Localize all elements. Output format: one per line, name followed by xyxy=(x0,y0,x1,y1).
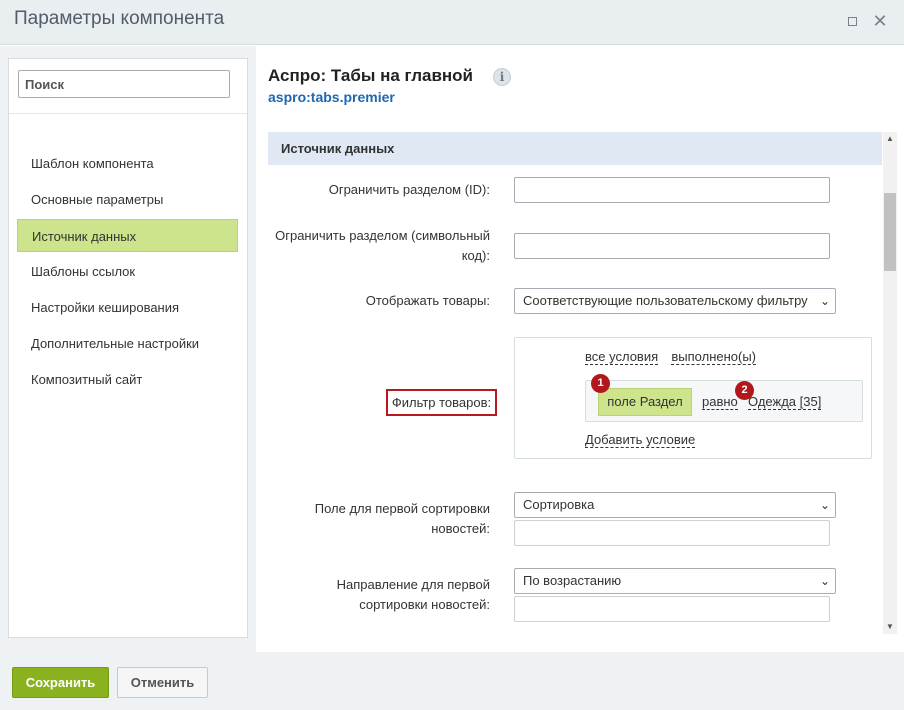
section-header: Источник данных xyxy=(268,132,882,165)
main-panel: Аспро: Табы на главной i aspro:tabs.prem… xyxy=(256,46,904,652)
filter-all-conditions-link[interactable]: все условия xyxy=(585,349,659,365)
sort1-label-line2: новостей: xyxy=(431,521,490,536)
sidebar-item-url-templates[interactable]: Шаблоны ссылок xyxy=(17,255,238,288)
sort1-label: Поле для первой сортировки новостей: xyxy=(276,499,490,539)
chevron-down-icon: ⌄ xyxy=(819,294,830,308)
filter-fulfilled-link[interactable]: выполнено(ы) xyxy=(671,349,757,365)
maximize-icon[interactable] xyxy=(844,13,860,29)
sidebar-item-data-source[interactable]: Источник данных xyxy=(17,219,238,252)
add-condition-link[interactable]: Добавить условие xyxy=(585,432,696,448)
save-button[interactable]: Сохранить xyxy=(12,667,109,698)
info-icon[interactable]: i xyxy=(493,68,511,86)
dir1-custom-input[interactable] xyxy=(514,596,830,622)
section-id-input[interactable] xyxy=(514,177,830,203)
annotation-badge-1: 1 xyxy=(591,374,610,393)
sort1-value: Сортировка xyxy=(523,497,595,512)
display-goods-value: Соответствующие пользовательскому фильтр… xyxy=(523,293,808,308)
close-icon[interactable]: ✕ xyxy=(872,12,888,30)
annotation-badge-2: 2 xyxy=(735,381,754,400)
section-code-input[interactable] xyxy=(514,233,830,259)
sidebar-item-template[interactable]: Шаблон компонента xyxy=(17,147,238,180)
dialog-footer: Сохранить Отменить xyxy=(0,652,904,710)
dir1-label-line2: сортировки новостей: xyxy=(359,597,490,612)
sidebar-item-main-params[interactable]: Основные параметры xyxy=(17,183,238,216)
dir1-select[interactable]: По возрастанию ⌄ xyxy=(514,568,836,594)
sidebar-item-composite[interactable]: Композитный сайт xyxy=(17,363,238,396)
sidebar-item-additional[interactable]: Дополнительные настройки xyxy=(17,327,238,360)
component-title: Аспро: Табы на главной xyxy=(268,66,473,85)
display-goods-select[interactable]: Соответствующие пользовательскому фильтр… xyxy=(514,288,836,314)
scroll-down-icon[interactable]: ▼ xyxy=(883,620,897,634)
display-goods-label: Отображать товары: xyxy=(365,293,490,308)
filter-value-link[interactable]: Одежда [35] xyxy=(748,394,822,410)
sort1-custom-input[interactable] xyxy=(514,520,830,546)
main-scrollbar[interactable]: ▲ ▼ xyxy=(883,132,897,634)
filter-condition-box: все условия выполнено(ы) поле Раздел рав… xyxy=(514,337,872,459)
window-titlebar: Параметры компонента ✕ xyxy=(0,0,904,45)
sidebar-item-cache[interactable]: Настройки кеширования xyxy=(17,291,238,324)
window-title: Параметры компонента xyxy=(14,8,225,29)
filter-operator-link[interactable]: равно xyxy=(702,394,738,410)
dir1-label-line1: Направление для первой xyxy=(336,577,490,592)
section-id-label: Ограничить разделом (ID): xyxy=(328,182,490,197)
scroll-up-icon[interactable]: ▲ xyxy=(883,132,897,146)
sort1-select[interactable]: Сортировка ⌄ xyxy=(514,492,836,518)
filter-mode-line: все условия выполнено(ы) xyxy=(585,349,757,365)
section-code-label: Ограничить разделом (символьный код): xyxy=(266,226,490,266)
filter-field-chip[interactable]: поле Раздел xyxy=(598,388,692,416)
dir1-label: Направление для первой сортировки новост… xyxy=(276,575,490,615)
sidebar-divider xyxy=(9,113,247,114)
sidebar-nav: Шаблон компонента Основные параметры Ист… xyxy=(17,147,238,399)
sort1-label-line1: Поле для первой сортировки xyxy=(314,501,490,516)
search-input[interactable] xyxy=(18,70,230,98)
cancel-button[interactable]: Отменить xyxy=(117,667,208,698)
filter-condition-row: поле Раздел равно Одежда [35] xyxy=(585,380,863,422)
scroll-thumb[interactable] xyxy=(884,193,896,271)
chevron-down-icon: ⌄ xyxy=(819,498,830,512)
section-code-label-line2: код): xyxy=(461,248,490,263)
dir1-value: По возрастанию xyxy=(523,573,622,588)
dialog-body: Шаблон компонента Основные параметры Ист… xyxy=(0,46,904,652)
filter-label: Фильтр товаров: xyxy=(386,389,497,416)
chevron-down-icon: ⌄ xyxy=(819,574,830,588)
sidebar: Шаблон компонента Основные параметры Ист… xyxy=(8,58,248,638)
section-code-label-line1: Ограничить разделом (символьный xyxy=(275,228,490,243)
component-code: aspro:tabs.premier xyxy=(268,89,395,105)
